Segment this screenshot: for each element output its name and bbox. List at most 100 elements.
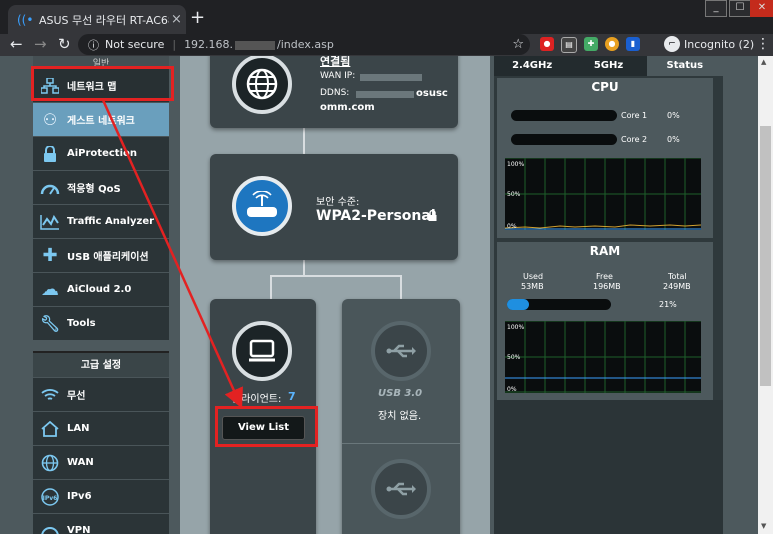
extension-doc-icon[interactable]: ▤ (561, 37, 577, 53)
ddns-suffix-2: omm.com (320, 102, 375, 113)
globe-icon (246, 68, 278, 100)
sidebar-item-wan[interactable]: WAN (33, 445, 169, 479)
ram-total: 249MB (663, 282, 691, 291)
page-scrollbar[interactable]: ▲ ▼ (758, 56, 773, 534)
url-redacted (235, 40, 276, 50)
browser-menu-icon[interactable]: ⋮ (756, 36, 770, 52)
tab-close-icon[interactable]: × (171, 12, 182, 27)
ram-total-label: Total (668, 272, 687, 281)
new-tab-button[interactable]: + (190, 7, 205, 28)
internet-status[interactable]: 연결됨 (320, 56, 350, 69)
internet-globe-circle (232, 56, 292, 114)
ddns-suffix: osusc (416, 88, 448, 99)
usb-icon (386, 344, 416, 358)
speedometer-icon (39, 177, 61, 199)
wan-ip-label: WAN IP: (320, 71, 356, 81)
tab-2-4ghz[interactable]: 2.4GHz (494, 56, 571, 76)
core1-bar (511, 110, 617, 121)
address-separator: | (172, 38, 177, 51)
sidebar-item-vpn[interactable]: VPN (33, 513, 169, 534)
ram-free: 196MB (593, 282, 621, 291)
browser-tab[interactable]: ((• ASUS 무선 라우터 RT-AC68P - 네 × (8, 5, 186, 34)
browser-titlebar: ((• ASUS 무선 라우터 RT-AC68P - 네 × + _ ☐ ✕ (0, 0, 773, 34)
close-control: ✕ (748, 0, 773, 17)
clients-count[interactable]: 7 (288, 390, 296, 403)
tab-5ghz[interactable]: 5GHz (570, 56, 647, 76)
ram-tick-50: 50% (507, 354, 521, 361)
tab-title: ASUS 무선 라우터 RT-AC68P - 네 (39, 13, 169, 27)
window-controls: _ ☐ (703, 0, 751, 17)
cpu-tick-0: 0% (507, 223, 517, 230)
core1-percent: 0% (667, 111, 680, 120)
sidebar-item-usb-apps[interactable]: ✚ USB 애플리케이션 (33, 238, 169, 272)
vpn-icon (39, 520, 61, 534)
sidebar-item-guest-network[interactable]: ⚇ 게스트 네트워크 (33, 102, 169, 136)
security-label: 보안 수준: (316, 197, 360, 208)
connector-line (303, 124, 305, 154)
minimize-button[interactable]: _ (705, 0, 727, 17)
scroll-up-icon[interactable]: ▲ (761, 58, 766, 66)
sidebar-item-label: USB 애플리케이션 (67, 252, 149, 263)
extension-flag-icon[interactable]: ▮ (626, 37, 640, 51)
ram-free-label: Free (596, 272, 613, 281)
core1-label: Core 1 (621, 111, 648, 120)
bookmark-star-icon[interactable]: ☆ (512, 37, 524, 52)
url-text: 192.168. /index.asp (184, 38, 334, 51)
ram-percent: 21% (659, 300, 677, 309)
page-right-margin (723, 56, 758, 534)
core2-bar (511, 134, 617, 145)
sidebar-item-aiprotection[interactable]: AiProtection (33, 136, 169, 170)
usb-card[interactable]: USB 3.0 장치 없음. (342, 299, 460, 534)
address-bar[interactable]: ⓘ Not secure | 192.168. /index.asp ☆ (78, 34, 530, 55)
sidebar-item-tools[interactable]: 🔧︎ Tools (33, 306, 169, 340)
wrench-icon: 🔧︎ (39, 314, 61, 333)
status-tabs: 2.4GHz 5GHz Status (494, 56, 723, 76)
core2-label: Core 2 (621, 135, 648, 144)
sidebar-item-label: AiCloud 2.0 (67, 284, 132, 295)
status-panel-filler (494, 400, 723, 534)
extension-shield-icon[interactable]: ● (540, 37, 554, 51)
router-card[interactable]: 보안 수준: WPA2-Personal (210, 154, 458, 260)
ram-graph: 100% 50% 0% (505, 320, 701, 393)
ram-tick-100: 100% (507, 324, 524, 331)
sidebar-item-ipv6[interactable]: IPv6 IPv6 (33, 479, 169, 513)
back-icon[interactable]: ← (10, 35, 23, 53)
close-window-button[interactable]: ✕ (750, 0, 773, 17)
scrollbar-thumb[interactable] (760, 126, 771, 386)
home-icon (39, 418, 61, 440)
ram-used-label: Used (523, 272, 544, 281)
reload-icon[interactable]: ↻ (58, 35, 71, 53)
connector-line (270, 275, 272, 300)
sidebar-item-aicloud[interactable]: ☁ AiCloud 2.0 (33, 272, 169, 306)
usb-label: USB 3.0 (378, 388, 423, 399)
sidebar-item-label: 게스트 네트워크 (67, 116, 135, 127)
browser-navbar: ← → ↻ ⓘ Not secure | 192.168. /index.asp … (0, 34, 773, 56)
sidebar-item-traffic-analyzer[interactable]: Traffic Analyzer (33, 204, 169, 238)
cloud-icon: ☁ (41, 279, 59, 300)
sidebar-item-label: IPv6 (67, 491, 92, 502)
sidebar-item-wireless[interactable]: 무선 (33, 377, 169, 411)
incognito-indicator[interactable]: ⌐ Incognito (2) (664, 36, 754, 52)
advanced-settings-header: 고급 설정 (33, 351, 169, 379)
sidebar-item-lan[interactable]: LAN (33, 411, 169, 445)
internet-status-card[interactable]: 연결됨 WAN IP: DDNS: osusc omm.com (210, 56, 458, 128)
wan-ip-redacted (360, 74, 422, 81)
extensions-bar: ● ▤ ✚ ● ▮ (540, 37, 640, 53)
svg-text:IPv6: IPv6 (43, 495, 58, 502)
monitor-icon (249, 339, 275, 362)
scroll-down-icon[interactable]: ▼ (761, 522, 766, 530)
url-host: 192.168. (184, 38, 234, 51)
highlight-view-list (215, 406, 318, 447)
sidebar-item-label: LAN (67, 423, 90, 434)
info-icon[interactable]: ⓘ (88, 37, 99, 53)
sidebar-item-qos[interactable]: 적응형 QoS (33, 170, 169, 204)
cpu-tick-100: 100% (507, 161, 524, 168)
sidebar-item-label: WAN (67, 457, 94, 468)
clients-label: 클라이언트: (232, 394, 282, 405)
tab-status[interactable]: Status (646, 56, 723, 76)
extension-cookie-icon[interactable]: ● (605, 37, 619, 51)
incognito-label: Incognito (2) (684, 37, 755, 51)
security-value: WPA2-Personal (316, 208, 436, 224)
forward-icon[interactable]: → (34, 35, 47, 53)
extension-puzzle-icon[interactable]: ✚ (584, 37, 598, 51)
